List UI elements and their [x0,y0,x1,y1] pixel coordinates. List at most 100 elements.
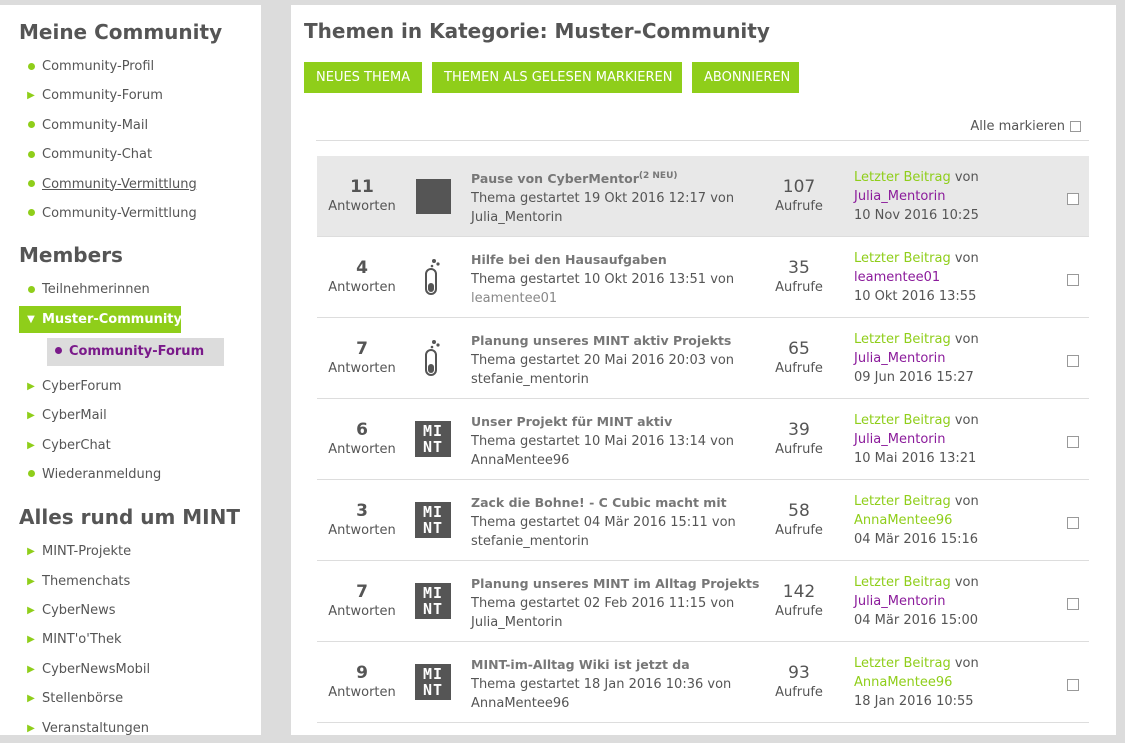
topic-select[interactable] [1067,352,1079,371]
topic-icon-slot: MI NT [414,421,452,457]
mint-logo-icon: MI NT [415,583,451,619]
view-count-label: Aufrufe [775,604,823,619]
topic-select[interactable] [1067,271,1079,290]
reply-count-number: 6 [356,420,368,440]
mark-all-control[interactable]: Alle markieren [970,119,1081,134]
last-post-link[interactable]: Letzter Beitrag [854,494,951,509]
topic-started: Thema gestartet 10 Okt 2016 13:51 von [471,270,761,289]
nav-item-cyberforum[interactable]: ▶ CyberForum [0,372,261,401]
last-post-user[interactable]: leamentee01 [854,268,979,287]
last-post-user[interactable]: Julia_Mentorin [854,592,979,611]
nav-item-cybernewsmobil[interactable]: ▶ CyberNewsMobil [0,655,261,684]
last-post-link[interactable]: Letzter Beitrag [854,413,951,428]
view-count: 35 Aufrufe [754,257,844,297]
topic-starter[interactable]: Julia_Mentorin [471,613,761,632]
topic-title-link[interactable]: Hilfe bei den Hausaufgaben [471,247,761,270]
last-post-link[interactable]: Letzter Beitrag [854,575,951,590]
last-post-link[interactable]: Letzter Beitrag [854,251,951,266]
nav-item-themenchats[interactable]: ▶ Themenchats [0,567,261,596]
topic-checkbox[interactable] [1067,679,1079,691]
nav-item-community-profil[interactable]: Community-Profil [0,52,261,81]
topic-checkbox[interactable] [1067,517,1079,529]
bullet-icon [26,460,36,489]
topic-starter[interactable]: AnnaMentee96 [471,694,761,713]
topic-checkbox[interactable] [1067,355,1079,367]
nav-item-community-chat[interactable]: Community-Chat [0,140,261,169]
new-topic-button[interactable]: Neues Thema [304,62,422,93]
nav-item-community-mail[interactable]: Community-Mail [0,111,261,140]
started-prefix: Thema gestartet [471,353,580,369]
mark-all-checkbox[interactable] [1070,121,1081,132]
nav-item-community-vermittlung[interactable]: Community-Vermittlung [0,199,261,228]
mint-logo-icon: MI NT [415,502,451,538]
last-post-user[interactable]: Julia_Mentorin [854,187,979,206]
view-count: 65 Aufrufe [754,338,844,378]
topic-title-link[interactable]: Unser Projekt für MINT aktiv [471,409,761,432]
topic-checkbox[interactable] [1067,274,1079,286]
topic-checkbox[interactable] [1067,436,1079,448]
topic-select[interactable] [1067,676,1079,695]
arrow-right-icon: ▶ [27,90,35,102]
mint-logo-line-2: NT [422,438,444,456]
topic-info: Unser Projekt für MINT aktiv Thema gesta… [471,409,761,470]
nav-item-mint-projekte[interactable]: ▶ MINT-Projekte [0,537,261,566]
nav-item-veranstaltungen[interactable]: ▶ Veranstaltungen [0,714,261,743]
topic-title: Planung unseres MINT aktiv Projekts [471,333,732,349]
topic-starter[interactable]: AnnaMentee96 [471,451,761,470]
topic-starter[interactable]: Julia_Mentorin [471,208,761,227]
nav-item-stellenboerse[interactable]: ▶ Stellenbörse [0,684,261,713]
topic-title-link[interactable]: Planung unseres MINT im Alltag Projekts [471,571,761,594]
view-count-label: Aufrufe [775,685,823,700]
view-count-label: Aufrufe [775,199,823,214]
topic-checkbox[interactable] [1067,193,1079,205]
divider [316,140,1089,141]
subscribe-button[interactable]: Abonnieren [692,62,799,93]
view-count-number: 65 [788,339,810,359]
nav-item-teilnehmerinnen[interactable]: Teilnehmerinnen [0,275,261,304]
nav-item-community-vermittlung-hover[interactable]: Community-Vermittlung [0,170,261,199]
mint-logo-icon: MI NT [415,421,451,457]
last-post: Letzter Beitrag von AnnaMentee96 04 Mär … [854,492,979,549]
last-post: Letzter Beitrag von Julia_Mentorin 10 Ma… [854,411,979,468]
last-post-link[interactable]: Letzter Beitrag [854,170,951,185]
nav-subitem-community-forum[interactable]: Community-Forum [47,337,224,366]
mint-logo-line-2: NT [422,519,444,537]
topic-title-link[interactable]: MINT-im-Alltag Wiki ist jetzt da [471,652,761,675]
topic-starter[interactable]: stefanie_mentorin [471,532,761,551]
topic-title-link[interactable]: Planung unseres MINT aktiv Projekts [471,328,761,351]
bullet-icon [26,140,36,169]
reply-count-number: 7 [356,582,368,602]
topic-started: Thema gestartet 02 Feb 2016 11:15 von [471,594,761,613]
by-label: von [954,251,979,266]
last-post-link[interactable]: Letzter Beitrag [854,656,951,671]
nav-item-cybernews[interactable]: ▶ CyberNews [0,596,261,625]
topic-select[interactable] [1067,595,1079,614]
mark-read-button[interactable]: Themen als gelesen markieren [432,62,682,93]
topic-started: Thema gestartet 10 Mai 2016 13:14 von [471,432,761,451]
last-post-user[interactable]: Julia_Mentorin [854,430,979,449]
topic-info: Pause von CyberMentor(2 NEU) Thema gesta… [471,166,761,227]
nav-item-community-forum[interactable]: ▶ Community-Forum [0,81,261,110]
topic-select[interactable] [1067,514,1079,533]
topic-starter[interactable]: stefanie_mentorin [471,370,761,389]
reply-count-number: 9 [356,663,368,683]
nav-item-wiederanmeldung[interactable]: Wiederanmeldung [0,460,261,489]
topic-title-link[interactable]: Pause von CyberMentor(2 NEU) [471,166,761,189]
started-date: 10 Okt 2016 13:51 [583,272,707,288]
view-count: 39 Aufrufe [754,419,844,459]
last-post-user[interactable]: AnnaMentee96 [854,673,979,692]
by-label: von [707,677,732,693]
nav-item-muster-community[interactable]: ▼ Muster-Community [19,305,182,333]
nav-item-cybermail[interactable]: ▶ CyberMail [0,401,261,430]
topic-select[interactable] [1067,433,1079,452]
last-post-user[interactable]: AnnaMentee96 [854,511,979,530]
topic-select[interactable] [1067,190,1079,209]
last-post-link[interactable]: Letzter Beitrag [854,332,951,347]
section-heading-alles-rund-um-mint: Alles rund um MINT [19,505,241,530]
topic-title-link[interactable]: Zack die Bohne! - C Cubic macht mit [471,490,761,513]
topic-checkbox[interactable] [1067,598,1079,610]
topic-starter[interactable]: leamentee01 [471,289,761,308]
nav-item-mintothek[interactable]: ▶ MINT'o'Thek [0,625,261,654]
nav-item-cyberchat[interactable]: ▶ CyberChat [0,431,261,460]
last-post-user[interactable]: Julia_Mentorin [854,349,979,368]
